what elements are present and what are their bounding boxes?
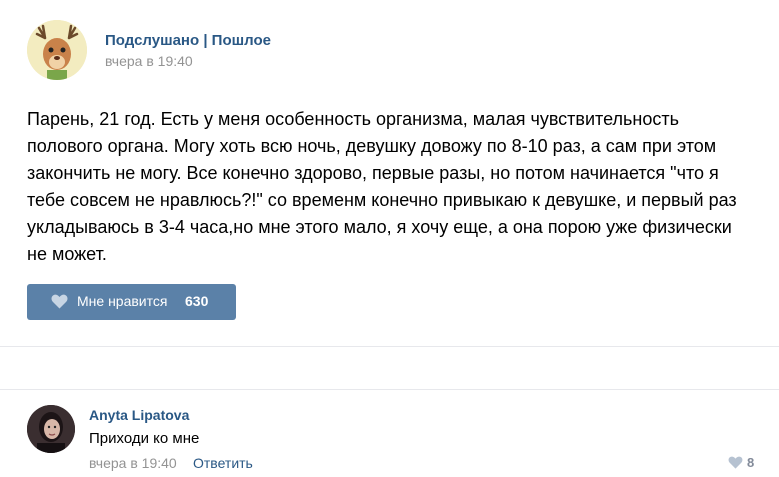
post-text-line: Парень, 21 год. Есть у меня особенность … — [27, 109, 679, 129]
group-avatar[interactable] — [27, 20, 87, 80]
comment-author-link[interactable]: Anyta Lipatova — [89, 407, 189, 423]
deer-mascot-icon — [27, 20, 87, 80]
heart-icon — [51, 294, 68, 309]
post-text-line: укладываюсь в 3-4 часа,но мне этого мало… — [27, 217, 732, 237]
comment-text: Приходи ко мне — [89, 430, 200, 447]
comment-date[interactable]: вчера в 19:40 — [89, 455, 177, 471]
post-text-line: не может. — [27, 244, 107, 264]
like-button[interactable]: Мне нравится 630 — [27, 284, 236, 320]
comment-like-count: 8 — [747, 455, 755, 470]
comment-author-avatar[interactable] — [27, 405, 75, 453]
post-date[interactable]: вчера в 19:40 — [105, 53, 193, 69]
user-photo-icon — [27, 405, 75, 453]
post-text-line: тебе совсем не нравлюсь?!" со временм ко… — [27, 190, 737, 210]
divider — [0, 346, 779, 347]
heart-icon — [728, 456, 743, 469]
post-text-line: закончить не могу. Все конечно здорово, … — [27, 163, 719, 183]
group-name-link[interactable]: Подслушано | Пошлое — [105, 32, 271, 49]
post-text: Парень, 21 год. Есть у меня особенность … — [27, 106, 757, 268]
divider — [0, 389, 779, 390]
reply-link[interactable]: Ответить — [193, 455, 253, 471]
like-label: Мне нравится — [77, 293, 168, 309]
post-text-line: полового органа. Могу хоть всю ночь, дев… — [27, 136, 717, 156]
like-count: 630 — [185, 293, 209, 309]
